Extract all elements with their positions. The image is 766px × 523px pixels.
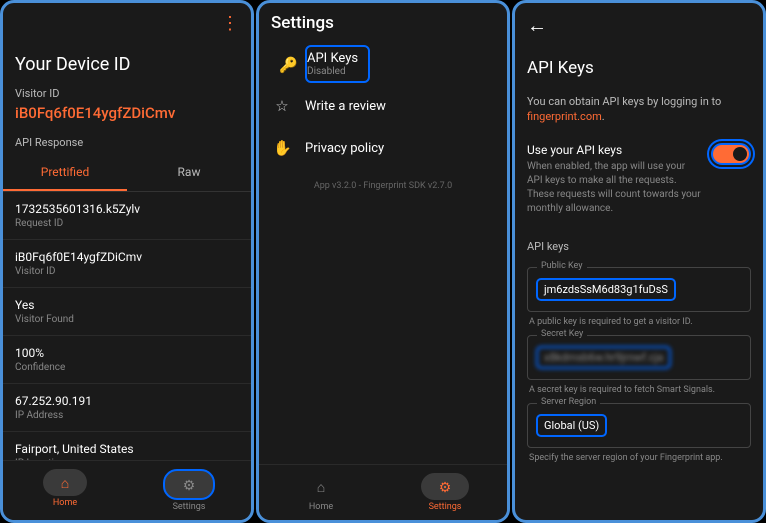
- region-hint: Specify the server region of your Finger…: [527, 453, 751, 463]
- api-response-label: API Response: [3, 136, 251, 155]
- visitor-id-label: Visitor ID: [3, 87, 251, 100]
- row-visitor-found: YesVisitor Found: [3, 288, 251, 336]
- settings-item-api-keys[interactable]: 🔑 API KeysDisabled: [305, 45, 370, 83]
- public-key-hint: A public key is required to get a visito…: [527, 317, 751, 327]
- tabs: Prettified Raw: [3, 155, 251, 192]
- secret-key-value: x8kdmsb6w.hr9jrnwf.cja: [536, 346, 671, 369]
- public-key-field[interactable]: Public Key jm6zdsSsM6d83g1fuDsS A public…: [527, 267, 751, 327]
- gear-icon: ⚙: [439, 480, 452, 496]
- api-keys-section-label: API keys: [515, 226, 763, 259]
- public-key-value: jm6zdsSsM6d83g1fuDsS: [536, 278, 676, 301]
- kebab-menu-icon[interactable]: ⋮: [221, 13, 239, 34]
- content: Settings 🔑 API KeysDisabled ☆ Write a re…: [259, 3, 507, 464]
- nav-settings[interactable]: ⚙Settings: [383, 473, 507, 512]
- nav-home[interactable]: ⌂Home: [259, 473, 383, 512]
- version-text: App v3.2.0 - Fingerprint SDK v2.7.0: [259, 169, 507, 203]
- page-title: Your Device ID: [3, 44, 251, 83]
- row-confidence: 100%Confidence: [3, 336, 251, 384]
- privacy-icon: ✋: [273, 139, 291, 157]
- tab-raw[interactable]: Raw: [127, 155, 251, 191]
- settings-item-privacy[interactable]: ✋ Privacy policy: [259, 127, 507, 169]
- nav-bar: ⌂Home ⚙Settings: [3, 460, 251, 520]
- use-api-keys-toggle[interactable]: [711, 143, 751, 165]
- row-ip-address: 67.252.90.191IP Address: [3, 384, 251, 432]
- content: ← API Keys You can obtain API keys by lo…: [515, 3, 763, 520]
- api-keys-screen: ← API Keys You can obtain API keys by lo…: [512, 0, 766, 523]
- back-arrow-icon[interactable]: ←: [527, 13, 547, 38]
- header: Settings: [259, 3, 507, 43]
- toggle-desc: When enabled, the app will use your API …: [527, 160, 701, 216]
- header: ←: [515, 3, 763, 48]
- secret-key-field[interactable]: Secret Key x8kdmsb6w.hr9jrnwf.cja A secr…: [527, 335, 751, 395]
- api-keys-wrapper: 🔑 API KeysDisabled: [267, 45, 499, 83]
- nav-home[interactable]: ⌂Home: [3, 469, 127, 512]
- secret-key-hint: A secret key is required to fetch Smart …: [527, 385, 751, 395]
- tab-prettified[interactable]: Prettified: [3, 155, 127, 191]
- nav-bar: ⌂Home ⚙Settings: [259, 464, 507, 520]
- nav-settings[interactable]: ⚙Settings: [127, 469, 251, 512]
- intro-text: You can obtain API keys by logging in to…: [515, 86, 763, 133]
- data-list: 1732535601316.k5ZylvRequest ID iB0Fq6f0E…: [3, 192, 251, 460]
- key-icon: 🔑: [279, 56, 297, 74]
- header: ⋮: [3, 3, 251, 44]
- content: ⋮ Your Device ID Visitor ID iB0Fq6f0E14y…: [3, 3, 251, 460]
- visitor-id-value: iB0Fq6f0E14ygfZDiCmv: [3, 100, 251, 132]
- home-icon: ⌂: [61, 476, 69, 492]
- fingerprint-link[interactable]: fingerprint.com: [527, 110, 602, 123]
- page-title: API Keys: [515, 48, 763, 86]
- device-id-screen: ⋮ Your Device ID Visitor ID iB0Fq6f0E14y…: [0, 0, 254, 523]
- region-field[interactable]: Server Region Global (US) Specify the se…: [527, 403, 751, 463]
- row-request-id: 1732535601316.k5ZylvRequest ID: [3, 192, 251, 240]
- page-title: Settings: [271, 13, 334, 33]
- settings-item-review[interactable]: ☆ Write a review: [259, 85, 507, 127]
- settings-screen: Settings 🔑 API KeysDisabled ☆ Write a re…: [256, 0, 510, 523]
- toggle-title: Use your API keys: [527, 143, 701, 157]
- row-visitor-id: iB0Fq6f0E14ygfZDiCmvVisitor ID: [3, 240, 251, 288]
- home-icon: ⌂: [317, 480, 325, 496]
- toggle-row: Use your API keys When enabled, the app …: [515, 133, 763, 226]
- gear-icon: ⚙: [183, 478, 196, 494]
- row-ip-location: Fairport, United StatesIP Location: [3, 432, 251, 460]
- region-value: Global (US): [536, 414, 607, 437]
- star-icon: ☆: [273, 97, 291, 115]
